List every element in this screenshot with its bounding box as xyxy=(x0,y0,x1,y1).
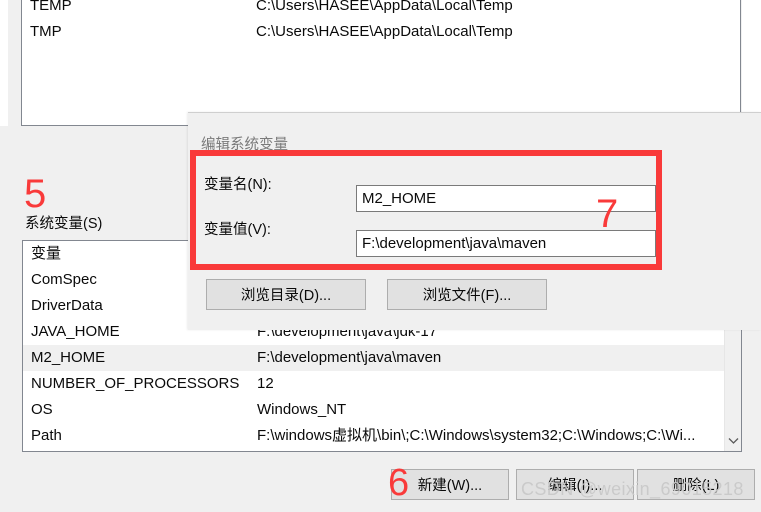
variable-value: C:\Users\HASEE\AppData\Local\Temp xyxy=(256,0,513,14)
table-row[interactable]: NUMBER_OF_PROCESSORS 12 xyxy=(23,371,741,397)
browse-directory-button[interactable]: 浏览目录(D)... xyxy=(206,279,366,310)
variable-value: F:\development\java\maven xyxy=(257,349,442,366)
variable-name: M2_HOME xyxy=(31,349,106,366)
panel-left-margin xyxy=(0,0,8,126)
variable-name: TMP xyxy=(30,23,62,40)
edit-system-variable-dialog: 编辑系统变量 变量名(N): 变量值(V): 浏览目录(D)... 浏览文件(F… xyxy=(188,112,761,330)
variable-value: 12 xyxy=(257,375,274,392)
table-row[interactable]: TMP C:\Users\HASEE\AppData\Local\Temp xyxy=(22,19,740,45)
variable-value: C:\Users\HASEE\AppData\Local\Temp xyxy=(256,23,513,40)
browse-file-button[interactable]: 浏览文件(F)... xyxy=(387,279,547,310)
variable-name: PATHEXT xyxy=(31,449,257,451)
delete-button[interactable]: 删除(L) xyxy=(637,469,755,500)
variable-value: F:\windows虚拟机\bin\;C:\Windows\system32;C… xyxy=(257,427,696,444)
variable-value: .COM;.EXE;.BAT;.CMD;.VBS;.VBE;.JS;.JSE;.… xyxy=(257,449,741,451)
variable-name: OS xyxy=(31,401,53,418)
screen-root: TEMP C:\Users\HASEE\AppData\Local\Temp T… xyxy=(0,0,761,512)
panel-right-margin xyxy=(742,0,761,126)
variable-name: NUMBER_OF_PROCESSORS xyxy=(31,375,240,392)
annotation-number-7: 7 xyxy=(596,192,619,236)
table-row[interactable]: PATHEXT .COM;.EXE;.BAT;.CMD;.VBS;.VBE;.J… xyxy=(23,449,741,451)
dialog-title: 编辑系统变量 xyxy=(201,137,288,153)
table-row[interactable]: Path F:\windows虚拟机\bin\;C:\Windows\syste… xyxy=(23,423,741,449)
user-variables-rows: TEMP C:\Users\HASEE\AppData\Local\Temp T… xyxy=(22,0,740,45)
variable-name-label: 变量名(N): xyxy=(204,177,272,193)
annotation-number-6: 6 xyxy=(388,462,410,504)
variable-value: Windows_NT xyxy=(257,401,347,418)
variable-name: TEMP xyxy=(30,0,72,14)
annotation-number-5: 5 xyxy=(24,172,47,216)
table-row-selected[interactable]: M2_HOME F:\development\java\maven xyxy=(23,345,741,371)
table-row[interactable]: OS Windows_NT xyxy=(23,397,741,423)
edit-button[interactable]: 编辑(I)... xyxy=(516,469,634,500)
variable-name: Path xyxy=(31,427,62,444)
user-variables-listbox[interactable]: TEMP C:\Users\HASEE\AppData\Local\Temp T… xyxy=(21,0,741,126)
chevron-down-icon[interactable] xyxy=(725,432,741,449)
variable-value-label: 变量值(V): xyxy=(204,222,271,238)
table-row[interactable]: TEMP C:\Users\HASEE\AppData\Local\Temp xyxy=(22,0,740,19)
